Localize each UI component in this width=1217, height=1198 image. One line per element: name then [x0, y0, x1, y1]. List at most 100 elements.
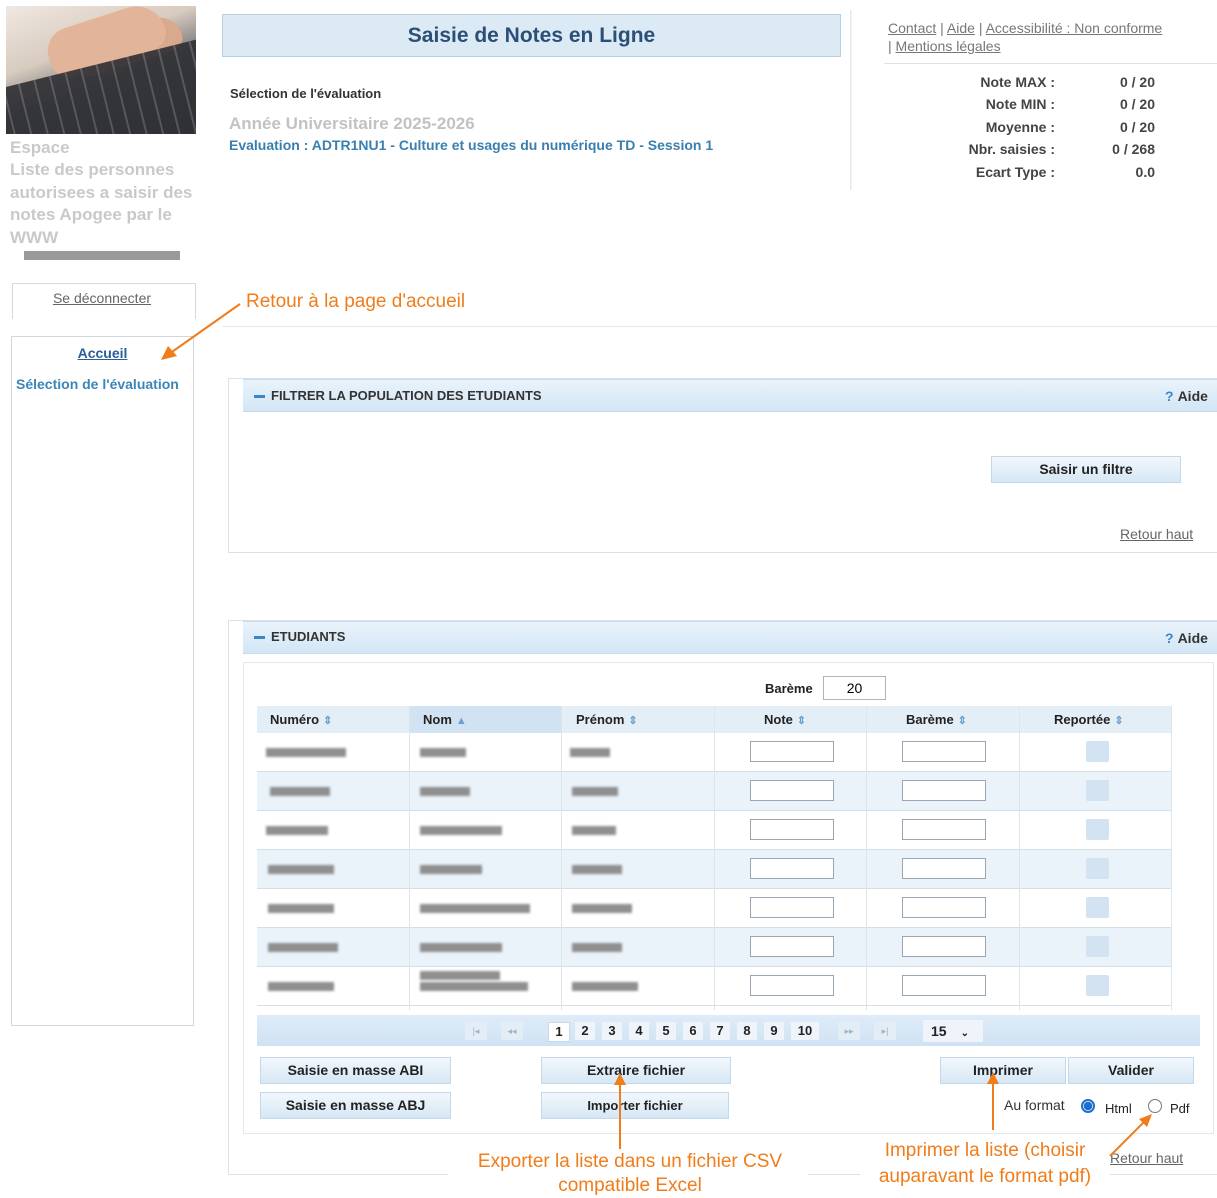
note-input[interactable] — [750, 897, 834, 918]
reportee-checkbox[interactable] — [1086, 780, 1109, 801]
pagination-bar: |◂ ◂◂ 1 2 3 4 5 6 7 8 9 10 ▸▸ ▸| 15 ⌄ — [257, 1015, 1200, 1046]
column-header-reportee[interactable]: Reportée ⇕ — [1054, 706, 1124, 735]
bareme-input[interactable] — [902, 897, 986, 918]
note-input[interactable] — [750, 819, 834, 840]
redacted-username — [24, 251, 180, 260]
bareme-input[interactable] — [902, 975, 986, 996]
redacted-nom — [420, 787, 470, 796]
page-link[interactable]: 9 — [764, 1022, 784, 1040]
global-bareme-input[interactable] — [823, 676, 886, 700]
aide-link[interactable]: Aide — [947, 20, 975, 36]
redacted-nom — [420, 943, 502, 952]
reportee-checkbox[interactable] — [1086, 936, 1109, 957]
filter-panel-title: FILTRER LA POPULATION DES ETUDIANTS — [254, 388, 542, 403]
accessibility-link[interactable]: Accessibilité : Non conforme — [986, 20, 1163, 36]
note-input[interactable] — [750, 780, 834, 801]
divider — [884, 63, 1217, 64]
evaluation-title: Evaluation : ADTR1NU1 - Culture et usage… — [229, 137, 714, 153]
page-link[interactable]: 5 — [656, 1022, 676, 1040]
redacted-prenom — [570, 748, 610, 757]
bareme-input[interactable] — [902, 741, 986, 762]
bareme-input[interactable] — [902, 819, 986, 840]
back-to-top-link[interactable]: Retour haut — [1120, 526, 1193, 542]
collapse-icon — [254, 636, 265, 640]
bareme-input[interactable] — [902, 936, 986, 957]
bareme-input[interactable] — [902, 858, 986, 879]
reportee-checkbox[interactable] — [1086, 819, 1109, 840]
redacted-numero — [268, 943, 338, 952]
mass-abi-button[interactable]: Saisie en masse ABI — [260, 1057, 451, 1084]
sort-icon: ⇕ — [323, 715, 333, 727]
page-link[interactable]: 7 — [710, 1022, 730, 1040]
redacted-nom — [420, 865, 482, 874]
stat-value: 0 / 268 — [1112, 141, 1155, 157]
sort-ascending-icon: ▲ — [455, 715, 467, 727]
redacted-prenom — [572, 904, 632, 913]
column-divider — [1171, 706, 1172, 1010]
contact-link[interactable]: Contact — [888, 20, 936, 36]
bareme-input[interactable] — [902, 780, 986, 801]
students-panel-header[interactable] — [243, 621, 1152, 654]
extract-file-button[interactable]: Extraire fichier — [541, 1057, 731, 1084]
column-divider — [409, 706, 410, 1010]
students-aide-button[interactable]: ? Aide — [1165, 630, 1208, 646]
annotation-arrow — [987, 1072, 999, 1130]
header-photo — [6, 6, 196, 134]
redacted-numero — [266, 826, 328, 835]
top-links: Contact | Aide | Accessibilité : Non con… — [888, 19, 1213, 55]
column-header-note[interactable]: Note ⇕ — [764, 706, 806, 735]
redacted-nom — [420, 826, 502, 835]
redacted-nom — [420, 971, 500, 980]
first-page-icon[interactable]: |◂ — [465, 1022, 487, 1040]
link-separator: | — [888, 38, 892, 54]
collapse-icon — [254, 395, 265, 399]
print-button[interactable]: Imprimer — [940, 1057, 1066, 1084]
import-file-button[interactable]: Importer fichier — [541, 1092, 729, 1119]
divider — [850, 10, 852, 190]
page-link[interactable]: 4 — [629, 1022, 649, 1040]
reportee-checkbox[interactable] — [1086, 897, 1109, 918]
stat-value: 0 / 20 — [1119, 74, 1155, 90]
nav-selection-link[interactable]: Sélection de l'évaluation — [16, 376, 193, 392]
next-page-icon[interactable]: ▸▸ — [838, 1022, 860, 1040]
mass-abj-button[interactable]: Saisie en masse ABJ — [260, 1092, 451, 1119]
add-filter-button[interactable]: Saisir un filtre — [991, 456, 1181, 483]
note-input[interactable] — [750, 858, 834, 879]
legal-link[interactable]: Mentions légales — [896, 38, 1001, 54]
column-header-prenom[interactable]: Prénom ⇕ — [576, 706, 638, 735]
page-link[interactable]: 2 — [575, 1022, 595, 1040]
reportee-checkbox[interactable] — [1086, 858, 1109, 879]
page-size-select[interactable]: 15 ⌄ — [923, 1020, 983, 1042]
redacted-prenom — [572, 982, 638, 991]
redacted-prenom — [572, 826, 616, 835]
note-input[interactable] — [750, 975, 834, 996]
page-link[interactable]: 3 — [602, 1022, 622, 1040]
annotation-home: Retour à la page d'accueil — [246, 291, 466, 312]
link-separator: | — [978, 20, 983, 36]
page-link[interactable]: 6 — [683, 1022, 703, 1040]
reportee-checkbox[interactable] — [1086, 975, 1109, 996]
redacted-nom — [420, 982, 528, 991]
note-input[interactable] — [750, 936, 834, 957]
column-header-nom[interactable]: Nom ▲ — [423, 706, 467, 735]
selection-label: Sélection de l'évaluation — [230, 86, 382, 101]
page-link[interactable]: 1 — [548, 1022, 570, 1042]
note-input[interactable] — [750, 741, 834, 762]
annotation-arrow — [161, 303, 241, 360]
page-link[interactable]: 10 — [791, 1022, 819, 1040]
redacted-prenom — [572, 787, 618, 796]
format-html-radio[interactable] — [1081, 1099, 1095, 1113]
last-page-icon[interactable]: ▸| — [874, 1022, 896, 1040]
column-header-bareme[interactable]: Barème ⇕ — [906, 706, 967, 735]
column-divider — [714, 706, 715, 1010]
app-title: Saisie de Notes en Ligne — [222, 14, 841, 57]
redacted-nom — [420, 748, 466, 757]
reportee-checkbox[interactable] — [1086, 741, 1109, 762]
redacted-numero — [266, 748, 346, 757]
filter-aide-button[interactable]: ? Aide — [1165, 388, 1208, 404]
previous-page-icon[interactable]: ◂◂ — [501, 1022, 523, 1040]
chevron-down-icon: ⌄ — [960, 1028, 969, 1039]
validate-button[interactable]: Valider — [1068, 1057, 1194, 1084]
page-link[interactable]: 8 — [737, 1022, 757, 1040]
column-header-numero[interactable]: Numéro ⇕ — [270, 706, 332, 735]
